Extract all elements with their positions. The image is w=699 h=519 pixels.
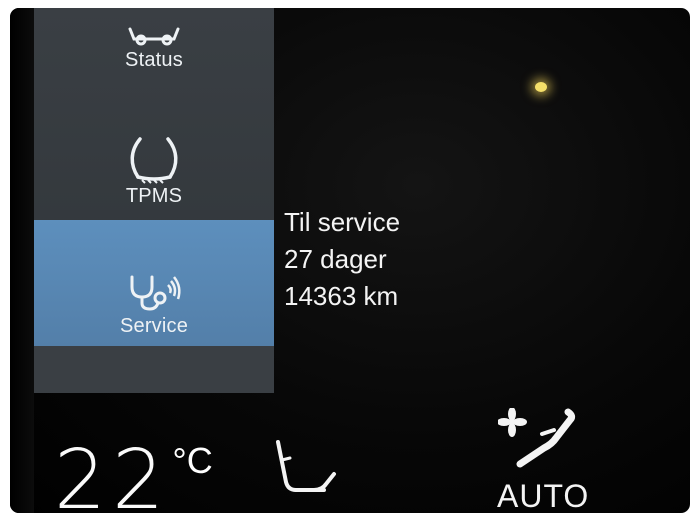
light-reflection [535, 82, 547, 92]
infotainment-screen: Status TPMS Service Til service 27 dager… [10, 8, 690, 513]
screen-bezel [10, 8, 34, 513]
sidebar-footer [34, 346, 274, 393]
sidebar-item-service[interactable]: Service [34, 220, 274, 346]
sidebar-item-status[interactable]: Status [34, 8, 274, 72]
fan-airflow-icon[interactable] [498, 408, 578, 478]
temperature-control[interactable]: 22 °C [54, 433, 213, 514]
seat-heat-icon[interactable] [272, 440, 344, 504]
tire-pressure-icon [130, 137, 178, 184]
service-distance: 14363 km [284, 281, 399, 311]
car-icon [128, 27, 180, 46]
temperature-value: 22 [54, 433, 171, 514]
stethoscope-service-icon [130, 275, 181, 311]
auto-climate-button[interactable]: AUTO [497, 478, 589, 513]
sidebar-item-label: TPMS [125, 185, 183, 207]
service-days: 27 dager [284, 244, 387, 274]
service-info: Til service 27 dager 14363 km [284, 204, 400, 315]
sidebar-item-label: Service [119, 315, 189, 337]
service-title: Til service [284, 207, 401, 237]
temperature-unit: °C [172, 440, 213, 481]
sidebar-item-tpms[interactable]: TPMS [34, 108, 274, 208]
sidebar-item-label: Status [125, 49, 183, 71]
sidebar: Status TPMS Service [34, 8, 274, 393]
